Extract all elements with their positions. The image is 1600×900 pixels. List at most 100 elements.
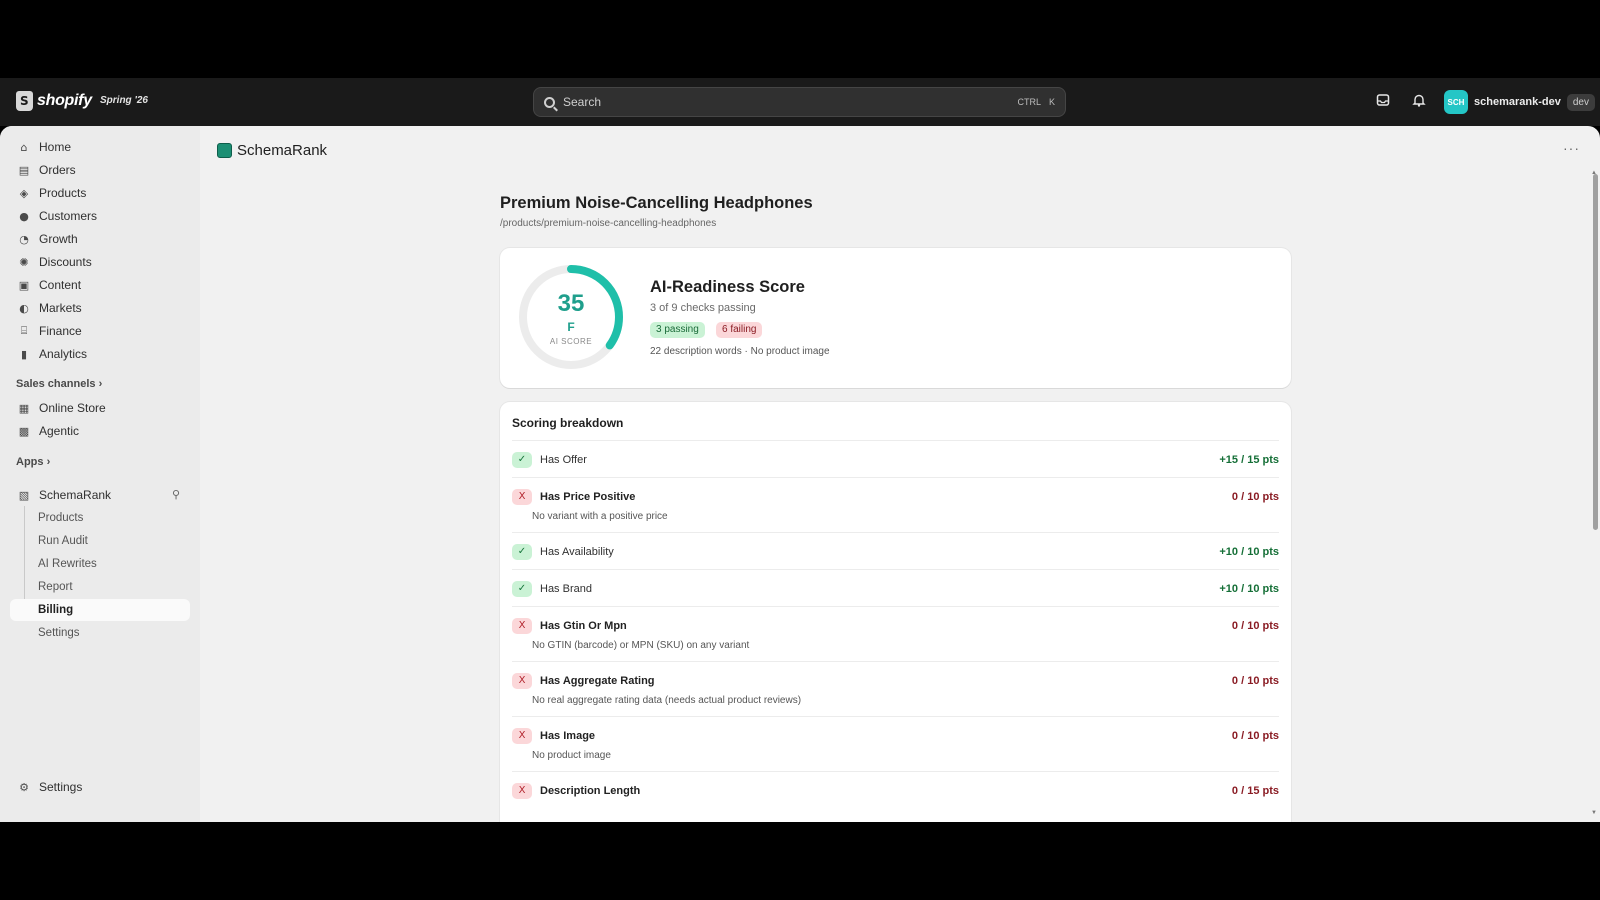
- check-points: +15 / 15 pts: [1219, 454, 1279, 466]
- subnav-ai-rewrites-label: AI Rewrites: [38, 558, 97, 570]
- sales-channels-label: Sales channels: [16, 378, 96, 390]
- check-note: No variant with a positive price: [532, 511, 668, 522]
- subnav-settings[interactable]: Settings: [10, 622, 190, 644]
- growth-icon: ◔: [19, 232, 29, 246]
- sidebar: ⌂ Home ▤ Orders ◈ Products ● Customers ◔ Grow…: [0, 126, 200, 822]
- score-meta: 22 description words · No product image: [650, 346, 830, 357]
- nav-content-label: Content: [39, 278, 82, 292]
- subnav-billing[interactable]: Billing: [10, 599, 190, 621]
- subnav-run-audit-label: Run Audit: [38, 535, 88, 547]
- gauge-label: AI SCORE: [549, 337, 593, 346]
- bell-icon[interactable]: [1410, 93, 1428, 111]
- home-icon: ⌂: [20, 140, 28, 154]
- app-title: SchemaRank: [217, 142, 327, 159]
- search-bar[interactable]: Search CTRL K: [533, 87, 1066, 117]
- check-icon: ✓: [512, 544, 532, 560]
- chevron-right-icon: ›: [46, 456, 51, 468]
- inbox-icon[interactable]: [1374, 93, 1392, 111]
- nav-orders[interactable]: ▤ Orders: [10, 159, 190, 181]
- store-switcher[interactable]: SCH schemarank-dev dev: [1444, 90, 1595, 114]
- nav-customers-label: Customers: [39, 209, 98, 223]
- subnav-products-label: Products: [38, 512, 84, 524]
- apps-label: Apps: [16, 456, 44, 468]
- breakdown-row: ✓ Has Availability +10 / 10 pts: [512, 532, 1279, 569]
- check-points: 0 / 10 pts: [1231, 675, 1279, 687]
- app-icon: ▧: [18, 488, 30, 502]
- nav-home-label: Home: [39, 140, 72, 154]
- breakdown-row: X Description Length 0 / 15 pts: [512, 771, 1279, 811]
- nav-settings-label: Settings: [39, 780, 83, 794]
- nav-agentic-label: Agentic: [39, 424, 80, 438]
- agentic-icon: ▩: [18, 424, 30, 438]
- nav-customers[interactable]: ● Customers: [10, 205, 190, 227]
- score-value: 35: [557, 290, 585, 317]
- subnav-ai-rewrites[interactable]: AI Rewrites: [10, 553, 190, 575]
- tag-icon: ◈: [19, 186, 29, 200]
- shopify-logo[interactable]: shopify: [16, 91, 92, 111]
- nav-agentic[interactable]: ▩ Agentic: [10, 420, 190, 442]
- more-options-icon[interactable]: ···: [1563, 140, 1580, 156]
- subnav-billing-label: Billing: [38, 604, 74, 616]
- check-note: No GTIN (barcode) or MPN (SKU) on any va…: [532, 640, 750, 651]
- cross-icon: X: [512, 783, 532, 799]
- person-icon: ●: [19, 209, 29, 223]
- breakdown-row: X Has Image No product image 0 / 10 pts: [512, 716, 1279, 771]
- check-name: Has Price Positive: [540, 491, 636, 503]
- subnav-report[interactable]: Report: [10, 576, 190, 598]
- check-name: Has Image: [540, 730, 596, 742]
- nav-content[interactable]: ▣ Content: [10, 274, 190, 296]
- check-points: 0 / 15 pts: [1231, 785, 1279, 797]
- store-icon: ▦: [18, 401, 30, 415]
- shopify-bag-icon: [16, 91, 33, 111]
- nav-products[interactable]: ◈ Products: [10, 182, 190, 204]
- nav-growth-label: Growth: [39, 232, 78, 246]
- nav-growth[interactable]: ◔ Growth: [10, 228, 190, 250]
- check-points: +10 / 10 pts: [1219, 546, 1279, 558]
- schemarank-logo-icon: [217, 143, 232, 158]
- score-card: 35 F AI SCORE AI-Readiness Score 3 of 9 …: [500, 248, 1291, 388]
- nav-schemarank[interactable]: ▧ SchemaRank: [10, 484, 190, 506]
- nav-schemarank-label: SchemaRank: [39, 488, 112, 502]
- check-icon: ✓: [512, 452, 532, 468]
- check-name: Has Offer: [540, 454, 587, 466]
- passing-badge: 3 passing: [650, 322, 705, 338]
- scoring-breakdown-card: Scoring breakdown ✓ Has Offer +15 / 15 p…: [500, 402, 1291, 822]
- check-name: Has Brand: [540, 583, 592, 595]
- nav-markets[interactable]: ◐ Markets: [10, 297, 190, 319]
- nav-orders-label: Orders: [39, 163, 76, 177]
- nav-online-store[interactable]: ▦ Online Store: [10, 397, 190, 419]
- product-title: Premium Noise-Cancelling Headphones: [500, 194, 813, 212]
- score-title: AI-Readiness Score: [650, 278, 805, 296]
- orders-icon: ▤: [18, 163, 30, 177]
- subnav-settings-label: Settings: [38, 627, 80, 639]
- store-avatar: SCH: [1444, 90, 1468, 114]
- scrollbar[interactable]: [1593, 174, 1598, 530]
- cross-icon: X: [512, 728, 532, 744]
- store-env-badge: dev: [1566, 93, 1595, 111]
- subnav-run-audit[interactable]: Run Audit: [10, 530, 190, 552]
- app-title-text: SchemaRank: [237, 142, 328, 159]
- edition-label: Spring '26: [100, 95, 148, 106]
- nav-analytics[interactable]: ▮ Analytics: [10, 343, 190, 365]
- score-grade: F: [567, 320, 575, 334]
- shortcut-key-k: K: [1048, 97, 1055, 107]
- scroll-down-icon[interactable]: ▼: [1591, 810, 1597, 816]
- sales-channels-heading[interactable]: Sales channels ›: [16, 378, 102, 390]
- check-note: No product image: [532, 750, 611, 761]
- check-points: 0 / 10 pts: [1231, 491, 1279, 503]
- bar-chart-icon: ▮: [20, 347, 28, 361]
- check-points: +10 / 10 pts: [1219, 583, 1279, 595]
- nav-home[interactable]: ⌂ Home: [10, 136, 190, 158]
- cross-icon: X: [512, 673, 532, 689]
- shortcut-key-ctrl: CTRL: [1017, 97, 1041, 107]
- chevron-right-icon: ›: [98, 378, 103, 390]
- cross-icon: X: [512, 489, 532, 505]
- brand-name: shopify: [37, 92, 92, 109]
- scroll-up-icon[interactable]: ▲: [1591, 170, 1597, 176]
- subnav-products[interactable]: Products: [10, 507, 190, 529]
- apps-heading[interactable]: Apps ›: [16, 456, 50, 468]
- nav-settings[interactable]: ⚙ Settings: [10, 776, 190, 798]
- nav-discounts[interactable]: ✺ Discounts: [10, 251, 190, 273]
- pin-icon[interactable]: ⚲: [172, 488, 180, 501]
- nav-finance[interactable]: ⌸ Finance: [10, 320, 190, 342]
